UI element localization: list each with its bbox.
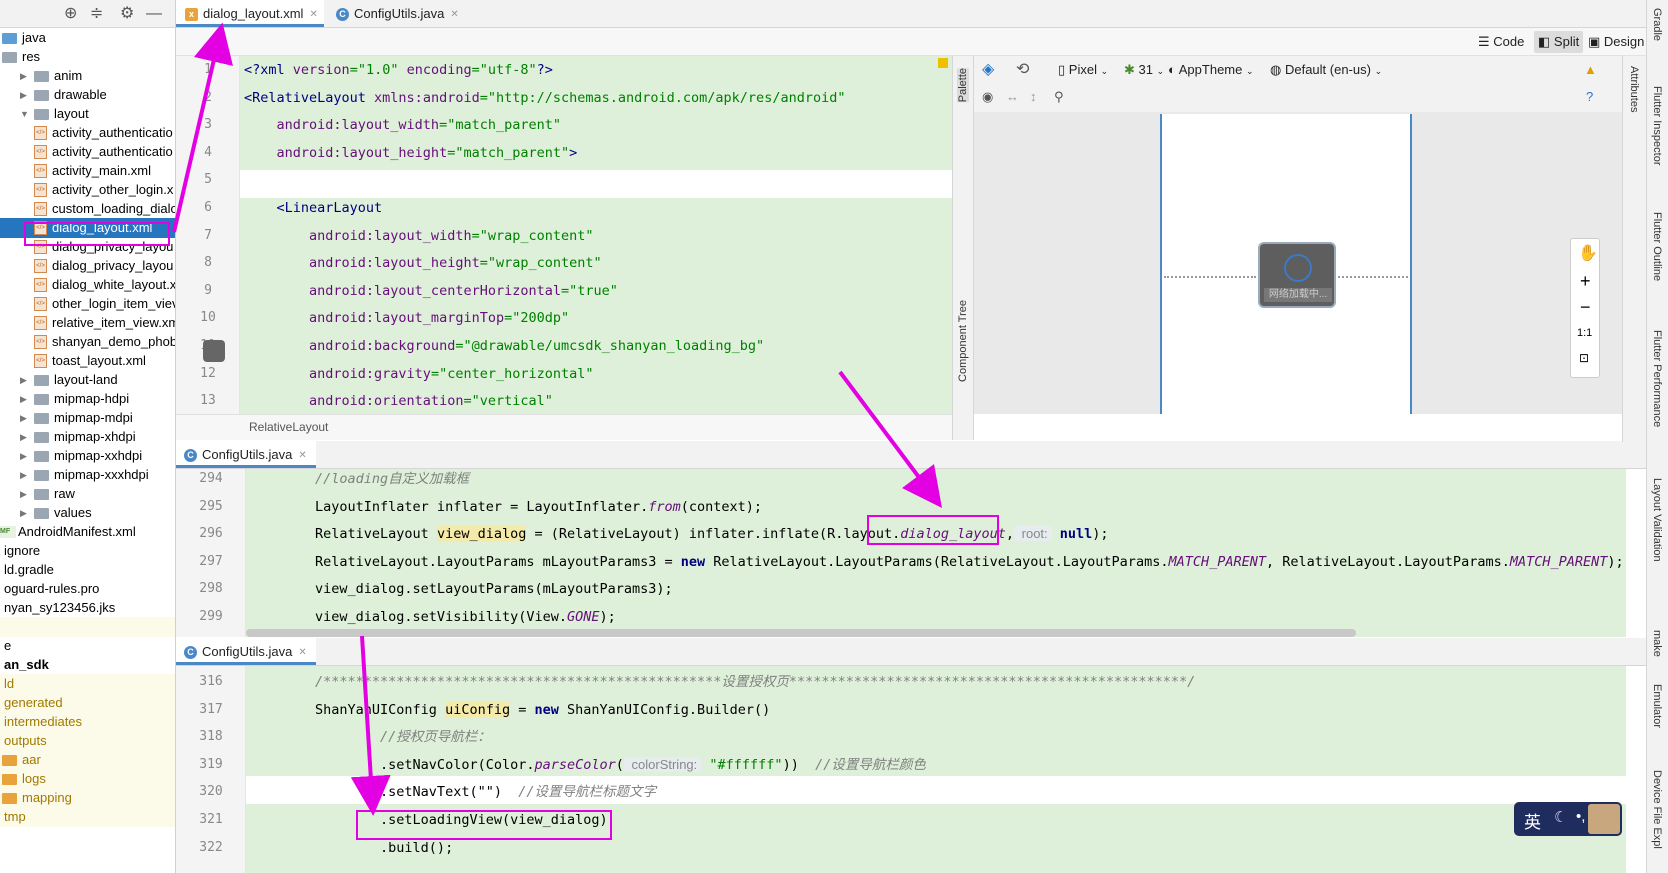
gradle-tab[interactable]: Gradle	[1651, 8, 1663, 41]
attributes-strip: Attributes	[1622, 56, 1646, 442]
flutter-outline-tab[interactable]: Flutter Outline	[1651, 212, 1663, 281]
make-tab[interactable]: make	[1651, 630, 1663, 657]
avatar	[1588, 804, 1620, 834]
flutter-performance-tab[interactable]: Flutter Performance	[1651, 330, 1663, 427]
punctuation-icon: •,	[1576, 808, 1586, 825]
flutter-inspector-tab[interactable]: Flutter Inspector	[1651, 86, 1663, 165]
device-file-explorer-tab[interactable]: Device File Expl	[1651, 770, 1663, 849]
right-tool-strip: Gradle Flutter Inspector Flutter Outline…	[1646, 0, 1668, 873]
arrow-to-inflate	[838, 370, 942, 508]
attributes-tab[interactable]: Attributes	[1628, 66, 1640, 112]
ime-language: 英	[1524, 813, 1541, 832]
ime-widget[interactable]: 英 ☾ •,	[1514, 802, 1622, 836]
annotation-arrows	[172, 22, 942, 816]
arrow-to-setloadingview	[350, 635, 391, 816]
layout-validation-tab[interactable]: Layout Validation	[1651, 478, 1663, 562]
arrow-to-tab	[172, 22, 233, 233]
emulator-tab[interactable]: Emulator	[1651, 684, 1663, 728]
moon-icon: ☾	[1554, 809, 1568, 826]
